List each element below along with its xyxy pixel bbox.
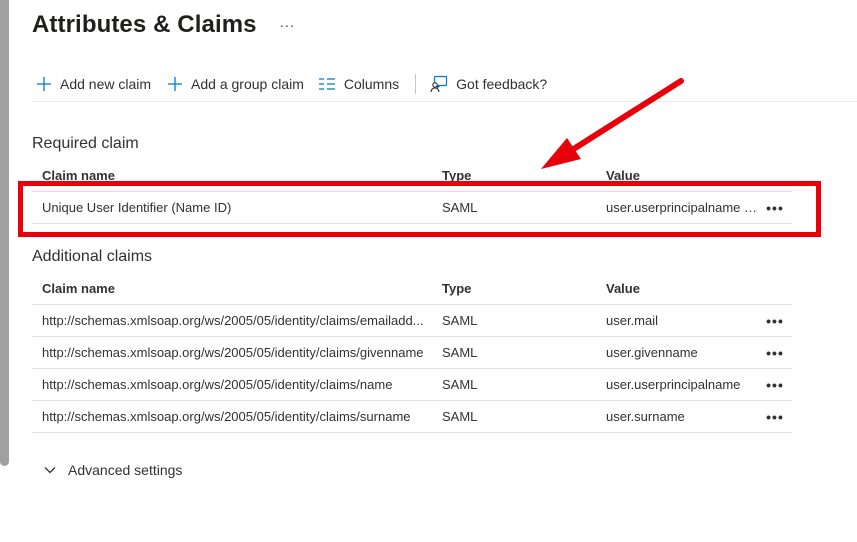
annotation-arrow-icon	[541, 78, 684, 169]
